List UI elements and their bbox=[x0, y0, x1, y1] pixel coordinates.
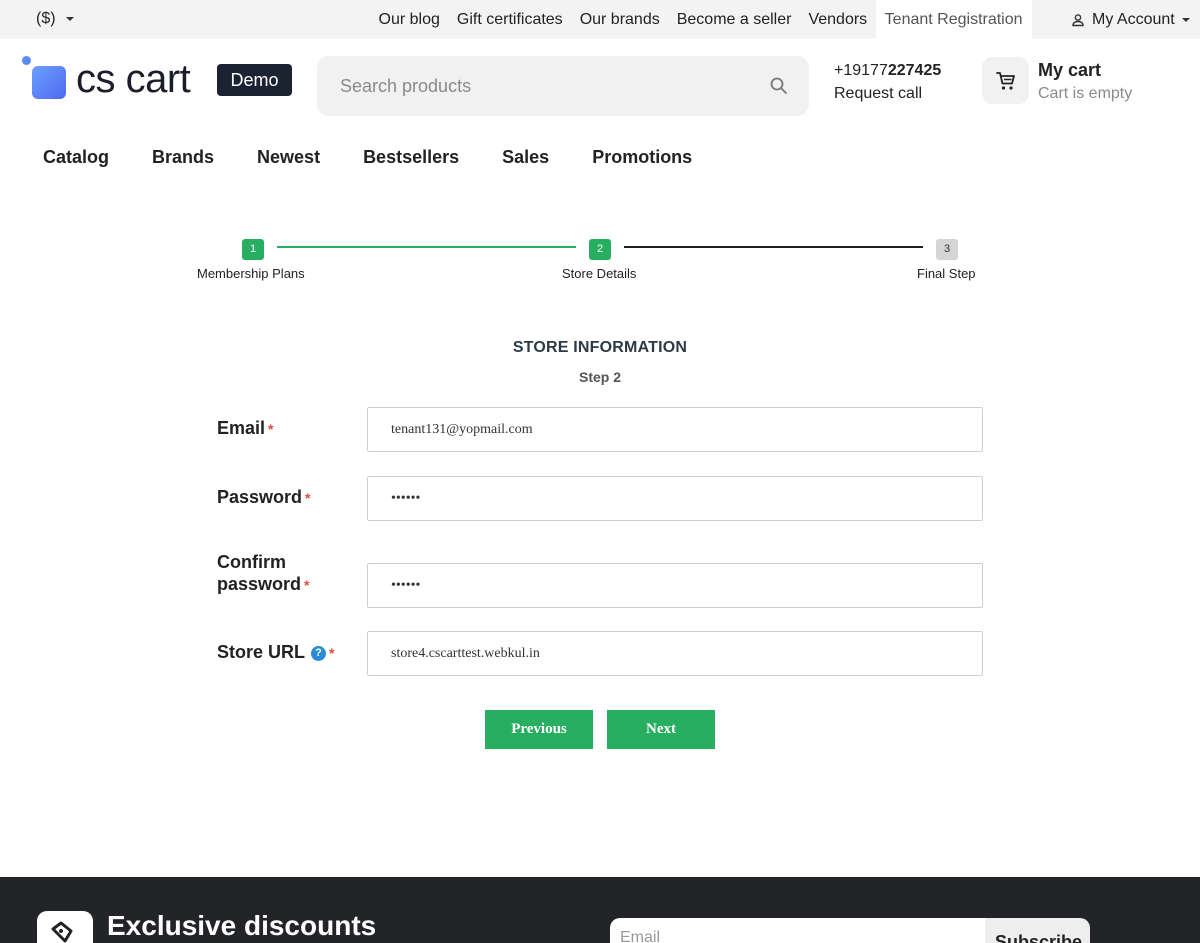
store-url-label: Store URL? * bbox=[217, 641, 334, 664]
help-icon[interactable]: ? bbox=[311, 646, 327, 661]
nav-item-newest[interactable]: Newest bbox=[257, 147, 320, 168]
top-link-blog[interactable]: Our blog bbox=[370, 0, 448, 39]
top-bar: ($) Our blog Gift certificates Our brand… bbox=[0, 0, 1200, 39]
step-3-number: 3 bbox=[936, 239, 958, 260]
confirm-label-line-1: Confirm bbox=[217, 552, 286, 572]
cart-status: Cart is empty bbox=[1038, 85, 1133, 102]
email-label: Email * bbox=[217, 417, 273, 440]
nav-item-catalog[interactable]: Catalog bbox=[43, 147, 109, 168]
password-label-text: Password bbox=[217, 487, 303, 507]
search-input[interactable] bbox=[317, 56, 757, 116]
subscribe-button[interactable]: Subscribe bbox=[985, 918, 1090, 943]
newsletter-email-input[interactable] bbox=[610, 918, 990, 943]
request-call-link[interactable]: Request call bbox=[834, 85, 922, 103]
confirm-label-line-2: password bbox=[217, 574, 302, 594]
phone-prefix: +19177 bbox=[834, 62, 888, 79]
nav-item-bestsellers[interactable]: Bestsellers bbox=[363, 147, 459, 168]
previous-button[interactable]: Previous bbox=[485, 710, 593, 749]
logo-text: cs cart bbox=[76, 57, 191, 101]
phone-bold: 227425 bbox=[887, 62, 942, 79]
confirm-password-label: Confirm password * bbox=[217, 551, 309, 596]
email-label-text: Email bbox=[217, 418, 266, 438]
my-account-button[interactable]: My Account bbox=[1071, 0, 1190, 39]
step-2-label: Store Details bbox=[562, 266, 637, 281]
password-field[interactable] bbox=[367, 476, 983, 521]
top-links: Our blog Gift certificates Our brands Be… bbox=[370, 0, 1032, 39]
section-subtitle: Step 2 bbox=[578, 369, 621, 385]
top-link-gift-certificates[interactable]: Gift certificates bbox=[448, 0, 571, 39]
top-link-tenant-registration[interactable]: Tenant Registration bbox=[875, 0, 1032, 39]
currency-label: ($) bbox=[36, 10, 56, 27]
email-field[interactable] bbox=[367, 407, 983, 452]
nav-item-brands[interactable]: Brands bbox=[152, 147, 214, 168]
chevron-down-icon bbox=[65, 17, 74, 21]
currency-selector[interactable]: ($) bbox=[36, 10, 74, 28]
phone-number: +19177227425 bbox=[834, 62, 941, 80]
tag-icon bbox=[51, 921, 73, 943]
discount-icon-box bbox=[37, 911, 93, 943]
demo-badge: Demo bbox=[217, 64, 292, 96]
nav-item-sales[interactable]: Sales bbox=[502, 147, 549, 168]
search-icon[interactable] bbox=[769, 76, 789, 96]
user-icon bbox=[1072, 13, 1084, 26]
store-url-label-text: Store URL bbox=[217, 642, 306, 662]
search-box bbox=[317, 56, 809, 116]
step-3-label: Final Step bbox=[917, 266, 976, 281]
top-link-vendors[interactable]: Vendors bbox=[800, 0, 876, 39]
step-1-label: Membership Plans bbox=[197, 266, 305, 281]
store-url-field[interactable] bbox=[367, 631, 983, 676]
section-title: STORE INFORMATION bbox=[512, 339, 688, 356]
confirm-password-field[interactable] bbox=[367, 563, 983, 608]
nav-item-promotions[interactable]: Promotions bbox=[592, 147, 692, 168]
required-mark: * bbox=[305, 490, 311, 506]
logo-mark bbox=[32, 66, 66, 99]
top-link-brands[interactable]: Our brands bbox=[571, 0, 668, 39]
stepper-line-done bbox=[277, 246, 576, 248]
my-account-label: My Account bbox=[1092, 10, 1175, 28]
stepper-line-pending bbox=[624, 246, 923, 248]
required-mark: * bbox=[329, 645, 335, 661]
step-1-number: 1 bbox=[242, 239, 264, 260]
logo-dot bbox=[22, 56, 31, 65]
step-2-number: 2 bbox=[589, 239, 611, 260]
required-mark: * bbox=[304, 577, 310, 593]
cart-icon[interactable] bbox=[994, 69, 1018, 93]
main-nav: Catalog Brands Newest Bestsellers Sales … bbox=[43, 147, 735, 168]
cart-title[interactable]: My cart bbox=[1038, 60, 1101, 81]
required-mark: * bbox=[268, 421, 274, 437]
footer-title: Exclusive discounts bbox=[107, 910, 377, 941]
chevron-down-icon bbox=[1181, 17, 1190, 22]
password-label: Password * bbox=[217, 486, 311, 509]
top-link-become-seller[interactable]: Become a seller bbox=[668, 0, 800, 39]
next-button[interactable]: Next bbox=[607, 710, 715, 749]
